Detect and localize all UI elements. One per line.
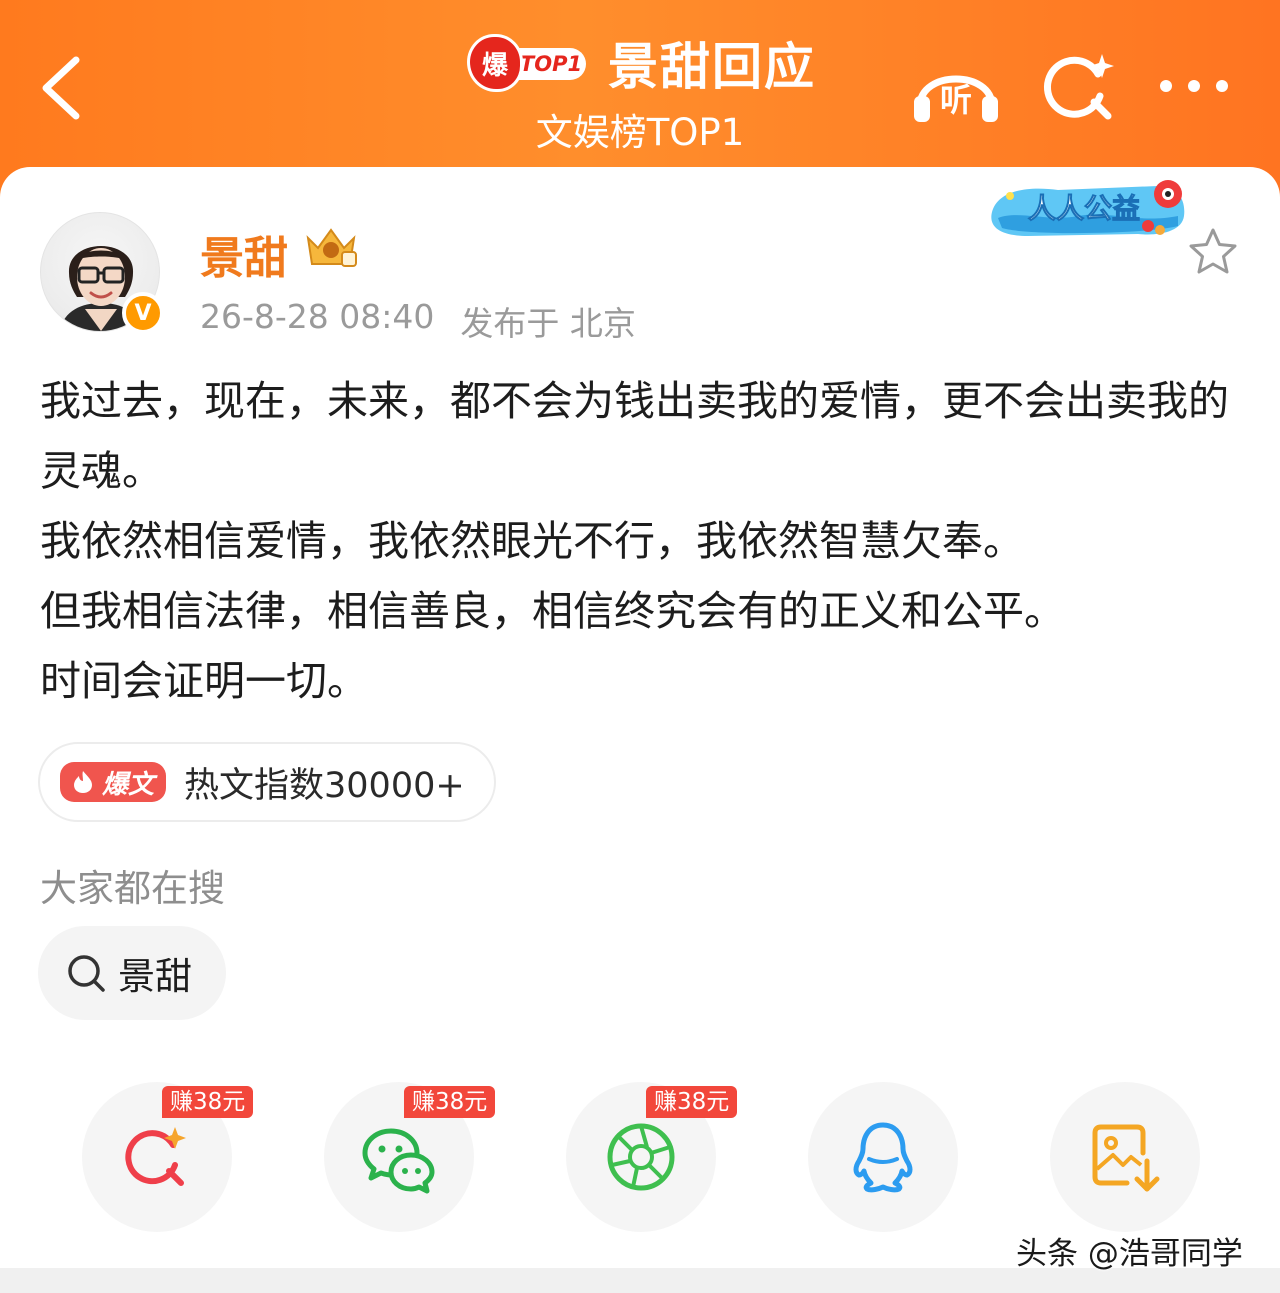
moments-aperture-icon <box>607 1123 675 1191</box>
charity-badge[interactable]: 人人公益 <box>988 176 1198 242</box>
listen-label: 听 <box>940 81 972 119</box>
watermark: 头条 @浩哥同学 <box>1016 1236 1243 1272</box>
top-rank-badge: 爆 TOP1 <box>470 37 588 89</box>
bao-badge-icon: 爆 <box>470 37 520 89</box>
post-paragraph: 时间会证明一切。 <box>40 657 368 705</box>
headphones-icon: 听 <box>914 75 998 122</box>
search-sparkle-icon <box>1044 54 1114 120</box>
favorite-button[interactable] <box>1186 226 1240 278</box>
verified-badge: V <box>122 292 164 334</box>
hot-index-text: 热文指数30000+ <box>184 765 465 806</box>
post-location: 发布于 北京 <box>460 304 636 343</box>
page-title: 景甜回应 <box>608 38 816 96</box>
hot-badge-label: 爆文 <box>102 769 155 800</box>
reward-badge: 赚38元 <box>646 1086 738 1118</box>
flame-icon <box>74 771 92 793</box>
trending-search-chip[interactable]: 景甜 <box>38 926 226 1020</box>
search-button[interactable] <box>1042 52 1118 124</box>
title-group: 爆 TOP1 景甜回应 <box>470 28 816 98</box>
charity-label: 人人公益 <box>1028 192 1140 225</box>
post-meta: 26-8-28 08:40 发布于 北京 <box>200 297 636 345</box>
username[interactable]: 景甜 <box>200 222 288 286</box>
qq-icon <box>853 1122 913 1193</box>
hot-index-tag[interactable]: 爆文 热文指数30000+ <box>38 742 496 822</box>
post-paragraph: 我依然相信爱情，我依然眼光不行，我依然智慧欠奉。 <box>40 517 1024 565</box>
post-paragraph: 我过去，现在，未来，都不会为钱出卖我的爱情，更不会出卖我的灵魂。 <box>40 377 1229 495</box>
post-timestamp: 26-8-28 08:40 <box>200 297 435 336</box>
listen-button[interactable]: 听 <box>910 48 1002 128</box>
post-paragraph: 但我相信法律，相信善良，相信终究会有的正义和公平。 <box>40 587 1065 635</box>
search-sparkle-icon <box>125 1127 186 1186</box>
reward-badge: 赚38元 <box>162 1086 254 1118</box>
search-icon <box>68 955 105 992</box>
post-body: 我过去，现在，未来，都不会为钱出卖我的爱情，更不会出卖我的灵魂。 我依然相信爱情… <box>40 366 1240 716</box>
reward-badge: 赚38元 <box>404 1086 496 1118</box>
charity-banner-icon: 人人公益 <box>991 180 1185 236</box>
save-image-button[interactable] <box>1050 1082 1200 1232</box>
share-qq-button[interactable] <box>808 1082 958 1232</box>
hot-article-badge: 爆文 <box>60 762 167 802</box>
crown-icon <box>306 228 357 267</box>
trending-search-label: 景甜 <box>118 955 192 998</box>
more-dots-icon <box>1160 80 1228 92</box>
save-image-icon <box>1092 1124 1160 1192</box>
more-options-button[interactable] <box>1156 68 1236 104</box>
wechat-icon <box>362 1128 435 1194</box>
trending-search-heading: 大家都在搜 <box>40 867 225 910</box>
star-outline-icon <box>1189 228 1237 274</box>
crown-level-icon[interactable] <box>302 224 360 270</box>
